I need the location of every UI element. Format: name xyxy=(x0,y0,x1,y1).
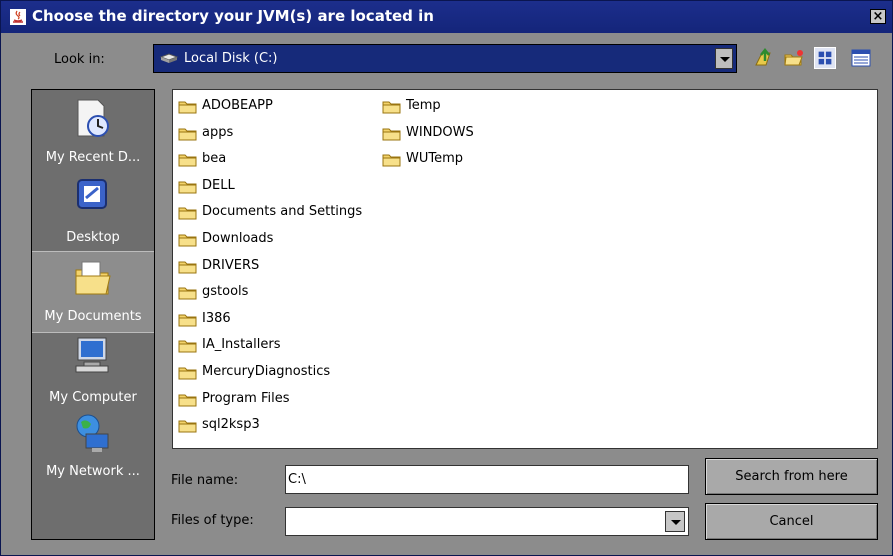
folder-name: Documents and Settings xyxy=(202,204,363,220)
file-name-label: File name: xyxy=(171,473,239,488)
place-my-documents[interactable]: My Documents xyxy=(32,251,154,333)
folder-icon xyxy=(178,340,197,353)
place-my-computer[interactable]: My Computer xyxy=(32,332,154,412)
chevron-down-icon[interactable] xyxy=(715,48,733,69)
my-documents-icon xyxy=(75,261,111,295)
folder-icon xyxy=(178,314,197,327)
new-folder-icon[interactable] xyxy=(783,47,805,69)
place-my-network[interactable]: My Network ... xyxy=(32,412,154,492)
folder-icon xyxy=(178,287,197,300)
folder-name: ADOBEAPP xyxy=(202,98,273,113)
folder-name: IA_Installers xyxy=(202,337,281,353)
my-computer-icon xyxy=(75,337,109,373)
list-view-icon[interactable] xyxy=(814,47,836,69)
folder-name: Temp xyxy=(406,98,441,113)
place-recent-documents[interactable]: My Recent D... xyxy=(32,90,154,170)
folder-name: Program Files xyxy=(202,390,290,406)
folder-name: WINDOWS xyxy=(406,124,474,140)
place-desktop[interactable]: Desktop xyxy=(32,170,154,250)
up-one-level-icon[interactable] xyxy=(753,47,775,69)
folder-icon xyxy=(178,367,197,380)
search-from-here-button[interactable]: Search from here xyxy=(705,458,878,495)
cancel-button[interactable]: Cancel xyxy=(705,503,878,540)
look-in-dropdown[interactable]: Local Disk (C:) xyxy=(153,44,737,73)
folder-name: gstools xyxy=(202,284,249,300)
place-label: My Documents xyxy=(44,309,142,324)
place-label: Desktop xyxy=(66,230,120,245)
folder-name: sql2ksp3 xyxy=(202,417,260,433)
dialog-title: Choose the directory your JVM(s) are loc… xyxy=(32,7,434,25)
details-view-icon[interactable] xyxy=(850,47,872,69)
folder-name: DELL xyxy=(202,177,235,193)
places-bar: My Recent D... Desktop My Documents My C… xyxy=(31,89,155,540)
file-list[interactable]: ADOBEAPP apps bea DELL Documents and Setting… xyxy=(172,89,878,449)
local-disk-icon xyxy=(159,53,179,63)
chevron-down-icon[interactable] xyxy=(665,511,685,532)
folder-icon xyxy=(382,154,401,167)
folder-icon xyxy=(178,261,197,274)
folder-name: apps xyxy=(202,124,234,140)
place-label: My Computer xyxy=(49,390,137,405)
recent-documents-icon xyxy=(77,99,109,137)
folder-name: WUTemp xyxy=(406,151,464,167)
folder-icon xyxy=(178,394,197,407)
close-button[interactable]: × xyxy=(870,9,886,24)
java-app-icon xyxy=(10,9,26,25)
desktop-icon xyxy=(77,179,107,209)
folder-name: bea xyxy=(202,151,227,167)
folder-icon xyxy=(178,128,197,141)
place-label: My Recent D... xyxy=(45,150,141,165)
file-type-label: Files of type: xyxy=(171,513,254,528)
look-in-label: Look in: xyxy=(54,52,105,67)
folder-icon xyxy=(178,154,197,167)
file-name-value: C:\ xyxy=(288,472,306,487)
folder-icon xyxy=(382,128,401,141)
folder-icon xyxy=(178,420,197,433)
folder-name: DRIVERS xyxy=(202,257,260,273)
folder-icon xyxy=(178,101,197,114)
file-type-dropdown[interactable] xyxy=(285,507,689,536)
folder-icon xyxy=(382,101,401,114)
my-network-icon xyxy=(76,414,109,452)
look-in-value: Local Disk (C:) xyxy=(184,51,278,66)
folder-icon xyxy=(178,181,197,194)
folder-name: I386 xyxy=(202,310,231,326)
folder-icon xyxy=(178,207,197,220)
title-bar[interactable]: Choose the directory your JVM(s) are loc… xyxy=(1,1,892,33)
folder-icon xyxy=(178,234,197,247)
folder-name: Downloads xyxy=(202,231,274,246)
dialog-window: Choose the directory your JVM(s) are loc… xyxy=(0,0,893,556)
place-label: My Network ... xyxy=(46,464,140,479)
folder-name: MercuryDiagnostics xyxy=(202,364,331,379)
file-name-input[interactable]: C:\ xyxy=(285,465,689,494)
